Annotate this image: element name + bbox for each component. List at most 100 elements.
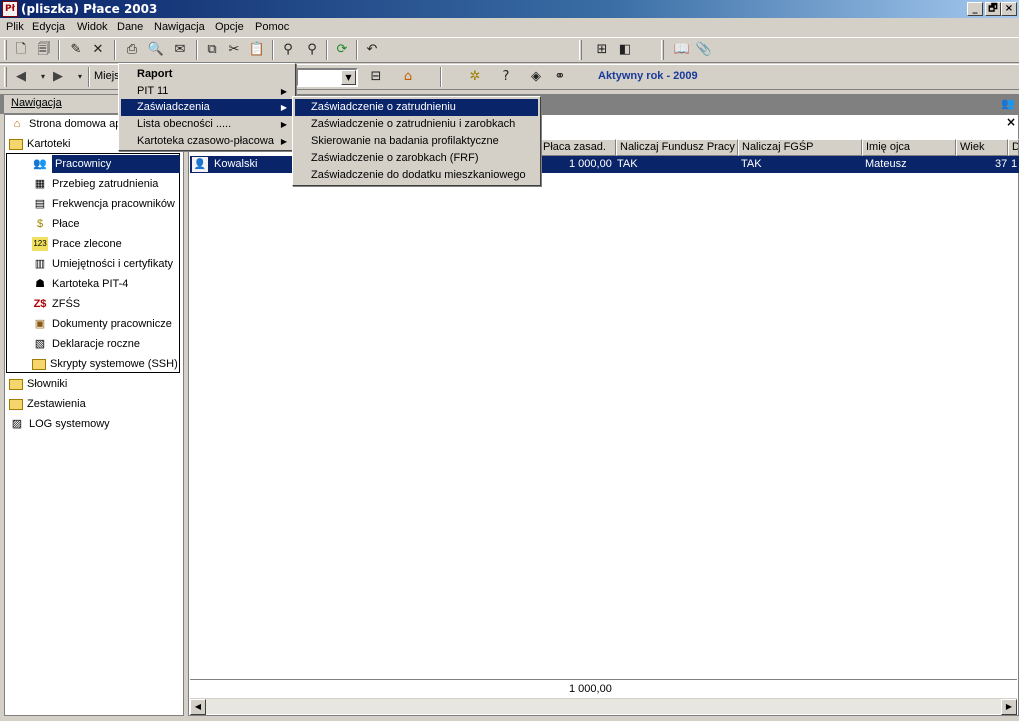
print-icon[interactable]: ⎙	[122, 40, 142, 60]
back-icon[interactable]: ◀	[11, 67, 31, 87]
tree-item-frekwencja[interactable]: ▤ Frekwencja pracowników	[32, 195, 175, 213]
navigate-tree-icon[interactable]: ⊟	[366, 67, 386, 87]
menu-plik[interactable]: Plik	[6, 21, 24, 33]
edit-icon[interactable]: ✎	[66, 40, 86, 60]
refresh-icon[interactable]: ⟳	[332, 40, 352, 60]
tree-item-przebieg-zatrudnienia[interactable]: ▦ Przebieg zatrudnienia	[32, 175, 159, 193]
chevron-down-icon[interactable]: ▼	[341, 70, 356, 85]
tree-item-slowniki[interactable]: Słowniki	[9, 375, 67, 393]
tree-item-zfss[interactable]: Z$ ZFŚS	[32, 295, 81, 313]
print-preview-icon[interactable]: 🔍	[146, 40, 166, 60]
tree-item-prace-zlecone[interactable]: 123 Prace zlecone	[32, 235, 122, 253]
close-window-button[interactable]: ×	[1001, 2, 1017, 16]
cut-icon[interactable]: ✂	[224, 40, 244, 60]
tree-item-dokumenty[interactable]: ▣ Dokumenty pracownicze	[32, 315, 172, 333]
title-bar: Pł (pliszka) Płace 2003 _ 🗗 ×	[0, 0, 1019, 18]
link-icon[interactable]: ⚭	[550, 67, 570, 87]
column-header-fundusz-pracy[interactable]: Naliczaj Fundusz Pracy	[616, 139, 738, 156]
log-icon: ▨	[11, 418, 23, 431]
app-icon: Pł	[2, 1, 18, 17]
scroll-right-icon[interactable]: ▶	[1001, 699, 1017, 715]
delete-icon[interactable]: ✕	[88, 40, 108, 60]
menu-pomoc[interactable]: Pomoc	[255, 21, 289, 33]
column-header-imie-ojca[interactable]: Imię ojca	[862, 139, 956, 156]
menu-widok[interactable]: Widok	[77, 21, 108, 33]
menu-item-dodatek-mieszkaniowy[interactable]: Zaświadczenie do dodatku mieszkaniowego	[295, 167, 538, 184]
users-icon[interactable]: 👥	[999, 95, 1017, 113]
menu-item-zaswiadczenie-zatrudnienie-zarobki[interactable]: Zaświadczenie o zatrudnieniu i zarobkach	[295, 116, 538, 133]
forward-dropdown-icon[interactable]: ▾	[70, 67, 90, 87]
menu-nawigacja[interactable]: Nawigacja	[154, 21, 205, 33]
tree-item-zestawienia[interactable]: Zestawienia	[9, 395, 86, 413]
home-icon[interactable]: ⌂	[398, 67, 418, 87]
tree-item-place[interactable]: $ Płace	[32, 215, 80, 233]
tree-item-home[interactable]: ⌂ Strona domowa ap	[9, 115, 122, 133]
tree-item-kartoteki[interactable]: Kartoteki	[9, 135, 70, 153]
toolbar-grip[interactable]	[4, 40, 7, 60]
chevron-right-icon: ▶	[280, 120, 287, 129]
menu-item-raport[interactable]: Raport	[121, 66, 293, 83]
contracts-icon: 123	[32, 237, 48, 252]
find-next-icon[interactable]: ⚲	[302, 40, 322, 60]
menu-item-lista-obecnosci[interactable]: Lista obecności ..... ▶	[121, 116, 293, 133]
properties-icon[interactable]: 🗐	[34, 40, 54, 60]
employee-icon: 👤	[192, 157, 208, 172]
employees-icon: 👥	[33, 158, 47, 171]
help-icon[interactable]: ?	[496, 67, 516, 87]
column-header-fgsp[interactable]: Naliczaj FGŚP	[738, 139, 862, 156]
toolbar-separator	[326, 40, 328, 60]
column-header-d[interactable]: D	[1008, 139, 1019, 156]
toolbar-grip[interactable]	[661, 40, 664, 60]
paste-icon[interactable]: 📋	[247, 40, 267, 60]
tree-item-log[interactable]: ▨ LOG systemowy	[9, 415, 110, 433]
address-combobox[interactable]: ▼	[296, 68, 358, 87]
settings-icon[interactable]: ✲	[465, 67, 485, 87]
mail-icon[interactable]: ✉	[170, 40, 190, 60]
toolbar-grip[interactable]	[4, 67, 7, 87]
tree-item-pracownicy[interactable]: 👥 Pracownicy	[32, 155, 180, 173]
menu-item-skierowanie-badania[interactable]: Skierowanie na badania profilaktyczne	[295, 133, 538, 150]
tree-item-skrypty[interactable]: Skrypty systemowe (SSH)	[32, 355, 178, 373]
column-header-placa[interactable]: Płaca zasad.	[539, 139, 616, 156]
folder-icon	[9, 378, 23, 390]
copy-icon[interactable]: ⧉	[202, 40, 222, 60]
split-view-icon[interactable]: ◧	[615, 40, 635, 60]
toolbar-separator	[196, 40, 198, 60]
context-menu: Raport PIT 11 ▶ Zaświadczenia ▶ Lista obec…	[118, 63, 296, 151]
cell-wiek: 37	[995, 158, 1008, 170]
new-document-icon[interactable]: 🗋	[11, 40, 31, 60]
menu-item-zaswiadczenia[interactable]: Zaświadczenia ▶	[121, 99, 293, 116]
attendance-icon: ▤	[34, 198, 46, 211]
column-header-wiek[interactable]: Wiek	[956, 139, 1008, 156]
sum-placa: 1 000,00	[569, 683, 612, 695]
tree-view-icon[interactable]: ⊞	[592, 40, 612, 60]
menu-item-pit11[interactable]: PIT 11 ▶	[121, 83, 293, 100]
tree-item-pit4[interactable]: ☗ Kartoteka PIT-4	[32, 275, 128, 293]
tree-item-umiejetnosci[interactable]: ▥ Umiejętności i certyfikaty	[32, 255, 173, 273]
menu-item-zaswiadczenie-o-zatrudnieniu[interactable]: Zaświadczenie o zatrudnieniu	[295, 99, 538, 116]
payroll-icon: $	[36, 218, 44, 231]
undo-icon[interactable]: ↶	[362, 40, 382, 60]
close-icon[interactable]: ×	[1006, 115, 1016, 129]
restore-button[interactable]: 🗗	[985, 2, 1001, 16]
scroll-left-icon[interactable]: ◀	[190, 699, 206, 715]
erase-icon[interactable]: ◈	[526, 67, 546, 87]
horizontal-scrollbar[interactable]: ◀ ▶	[190, 698, 1017, 715]
tree-item-deklaracje[interactable]: ▧ Deklaracje roczne	[32, 335, 140, 353]
cell-placa: 1 000,00	[569, 158, 612, 170]
forward-icon[interactable]: ▶	[48, 67, 68, 87]
cell-fgsp: TAK	[741, 158, 762, 170]
minimize-button[interactable]: _	[967, 2, 983, 16]
menu-dane[interactable]: Dane	[117, 21, 143, 33]
menu-edycja[interactable]: Edycja	[32, 21, 65, 33]
attachment-icon[interactable]: 📎	[694, 40, 714, 60]
find-icon[interactable]: ⚲	[278, 40, 298, 60]
menu-item-zaswiadczenie-zarobki-frf[interactable]: Zaświadczenie o zarobkach (FRF)	[295, 150, 538, 167]
zfss-icon: Z$	[33, 298, 47, 311]
menu-item-kartoteka-czasowo-placowa[interactable]: Kartoteka czasowo-płacowa ▶	[121, 133, 293, 150]
book-icon[interactable]: 📖	[672, 40, 692, 60]
menu-opcje[interactable]: Opcje	[215, 21, 244, 33]
certificate-icon: ▥	[34, 258, 46, 271]
folder-open-icon	[9, 138, 23, 150]
toolbar-grip[interactable]	[579, 40, 582, 60]
